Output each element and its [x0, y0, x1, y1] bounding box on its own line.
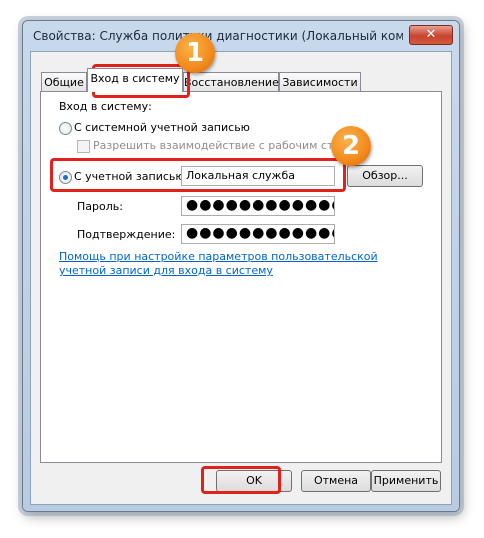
logon-group-label: Вход в систему: [59, 100, 152, 113]
password-field[interactable]: ●●●●●●●●●●●●●●● [181, 196, 335, 216]
browse-button[interactable]: Обзор... [347, 165, 423, 187]
ok-highlight-frame [201, 466, 281, 494]
logon-tab-panel: Вход в систему: С системной учетной запи… [40, 91, 442, 463]
allow-desktop-label: Разрешить взаимодействие с рабочим столо… [93, 139, 363, 152]
tab-dependencies[interactable]: Зависимости [279, 72, 361, 91]
step-1-badge: 1 [175, 33, 215, 73]
account-highlight-frame [50, 158, 346, 192]
close-button[interactable]: ✕ [409, 25, 453, 45]
help-link[interactable]: Помощь при настройке параметров пользова… [59, 250, 399, 278]
allow-desktop-checkbox[interactable] [77, 140, 90, 153]
tab-general[interactable]: Общие [41, 72, 87, 91]
title-bar[interactable]: Свойства: Служба политики диагностики (Л… [23, 21, 459, 51]
tab-recovery[interactable]: Восстановление [183, 72, 279, 91]
tab-logon[interactable]: Вход в систему [87, 68, 183, 92]
system-account-label: С системной учетной записью [74, 121, 250, 134]
confirm-label: Подтверждение: [77, 228, 176, 241]
cancel-button[interactable]: Отмена [301, 470, 371, 492]
confirm-password-field[interactable]: ●●●●●●●●●●●●●●● [181, 224, 335, 244]
apply-button[interactable]: Применить [371, 470, 441, 492]
password-label: Пароль: [77, 200, 123, 213]
system-account-radio[interactable] [59, 122, 72, 135]
window-title: Свойства: Служба политики диагностики (Л… [33, 29, 403, 43]
step-2-badge: 2 [331, 126, 371, 166]
dialog-body: Общие Вход в систему Восстановление Зави… [30, 51, 452, 505]
properties-dialog: Свойства: Служба политики диагностики (Л… [22, 20, 460, 512]
